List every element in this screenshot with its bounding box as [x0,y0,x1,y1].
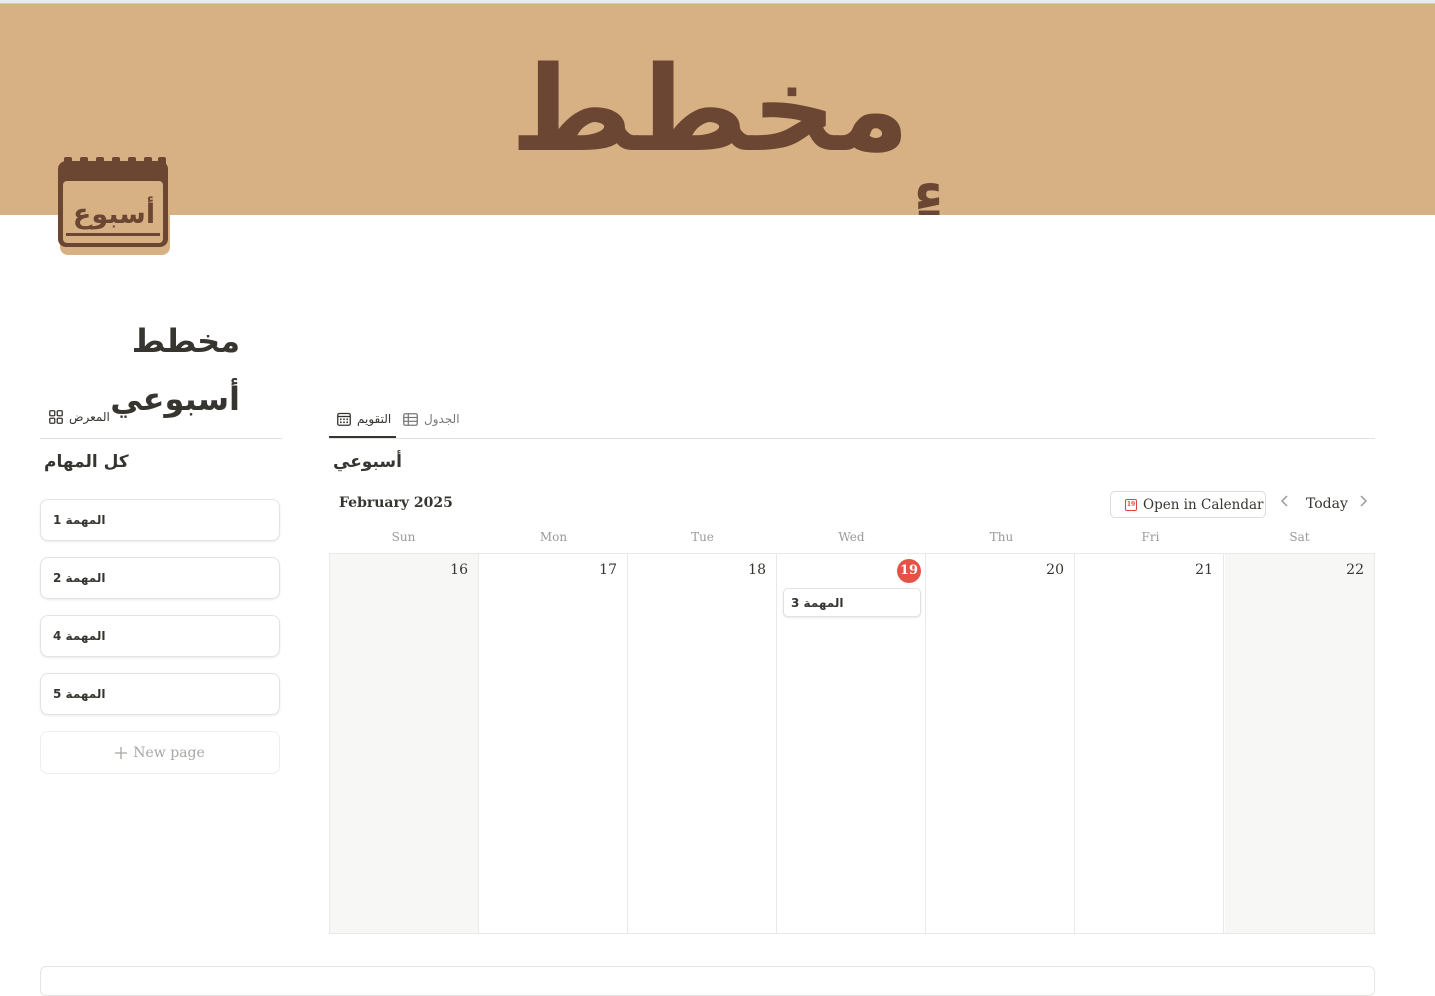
tab-gallery-label: المعرض [69,410,110,424]
chevron-right-icon[interactable] [1358,494,1368,508]
day-cell[interactable]: 22 [1225,554,1374,933]
table-icon [403,412,418,426]
tab-table[interactable]: الجدول [395,402,468,436]
gallery-card[interactable]: المهمة 1 [40,499,280,541]
gallery-card[interactable]: المهمة 5 [40,673,280,715]
calendar-title[interactable]: أسبوعي [333,452,402,472]
day-number: 18 [748,562,766,578]
new-page-label: New page [133,744,205,761]
weekday-label: Wed [838,530,865,544]
today-button[interactable]: Today [1306,496,1348,512]
tab-calendar[interactable]: التقويم [329,402,396,438]
divider [40,438,282,439]
weekday-label: Mon [539,530,568,544]
tab-table-label: الجدول [424,412,460,426]
next-block[interactable] [40,966,1375,996]
gallery-card[interactable]: المهمة 2 [40,557,280,599]
open-in-calendar-button[interactable]: 19 Open in Calendar [1110,491,1266,518]
day-number: 17 [599,562,617,578]
weekday-header: Sun Mon Tue Wed Thu Fri Sat [329,530,1375,550]
view-tabs: التقويم الجدول [329,402,1375,438]
today-badge: 19 [897,559,921,583]
gallery-icon [49,410,63,424]
day-number: 22 [1346,562,1364,578]
calendar-app-icon: 19 [1125,498,1137,511]
plus-icon [115,746,128,759]
day-cell[interactable]: 16 [330,554,479,933]
calendar-icon[interactable]: أسبوع [58,157,170,256]
open-in-calendar-label: Open in Calendar [1143,496,1264,513]
calendar-grid: 16 17 18 19 المهمة 3 20 21 22 [329,553,1375,934]
card-title: المهمة 1 [53,513,106,527]
day-cell[interactable]: 17 [479,554,628,933]
day-cell[interactable]: 21 [1075,554,1224,933]
day-cell[interactable]: 20 [926,554,1075,933]
gallery-card[interactable]: المهمة 4 [40,615,280,657]
page-cover[interactable]: مخطط أسبوعي [0,4,1435,215]
weekday-label: Thu [989,530,1014,544]
card-title: المهمة 2 [53,571,106,585]
day-number: 16 [450,562,468,578]
weekday-label: Fri [1141,530,1160,544]
weekday-label: Sun [391,530,416,544]
month-label: February 2025 [339,495,453,511]
gallery-view: المعرض كل المهام المهمة 1 المهمة 2 المهم… [40,402,282,774]
chevron-left-icon[interactable] [1280,494,1290,508]
card-title: المهمة 4 [53,629,106,643]
tab-calendar-label: التقويم [357,412,392,426]
weekday-label: Sat [1289,530,1310,544]
calendar-icon-text: أسبوع [73,196,155,230]
event-title: المهمة 3 [791,596,844,610]
gallery-title[interactable]: كل المهام [44,452,129,472]
divider [329,438,1375,439]
weekday-label: Tue [691,530,714,544]
day-number: 21 [1195,562,1213,578]
tab-gallery[interactable]: المعرض [40,402,282,432]
day-cell[interactable]: 19 المهمة 3 [777,554,926,933]
cover-title: مخطط أسبوعي [471,40,946,215]
calendar-tab-icon [337,412,351,426]
day-number: 20 [1046,562,1064,578]
card-title: المهمة 5 [53,687,106,701]
new-page-button[interactable]: New page [40,731,280,774]
day-cell[interactable]: 18 [628,554,777,933]
event-card[interactable]: المهمة 3 [783,588,921,617]
